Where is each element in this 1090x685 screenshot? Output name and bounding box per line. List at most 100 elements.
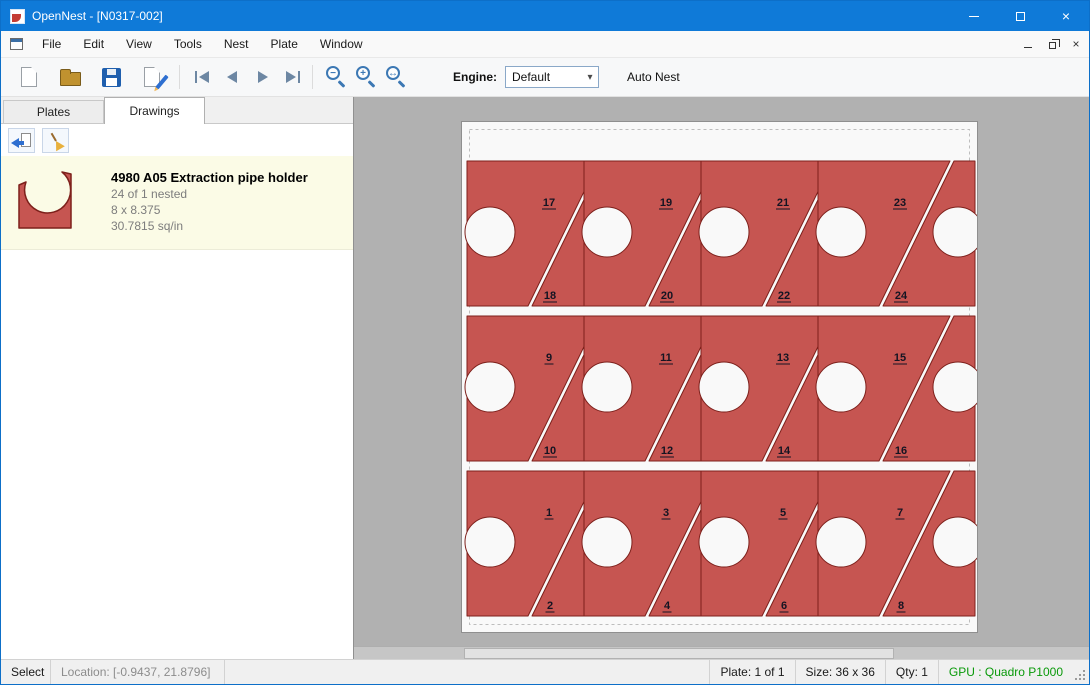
sidebar-tabstrip: Plates Drawings <box>1 97 353 124</box>
zoom-out-button[interactable]: − <box>325 66 347 88</box>
minimize-icon <box>969 16 979 17</box>
part-number-label: 21 <box>777 197 789 209</box>
chevron-down-icon: ▾ <box>582 72 598 83</box>
save-floppy-icon <box>102 68 121 87</box>
mdi-close-button[interactable]: × <box>1065 34 1087 54</box>
first-plate-button[interactable] <box>188 64 214 90</box>
pipe-hole-void <box>582 517 632 567</box>
drawing-size: 8 x 8.375 <box>111 202 339 218</box>
blue-arrow-left-icon <box>11 138 19 148</box>
maximize-button[interactable] <box>997 1 1043 31</box>
zoom-fit-handle-icon <box>398 80 406 88</box>
part-number-label: 18 <box>544 290 556 302</box>
reload-drawing-button[interactable] <box>8 128 35 153</box>
status-plate-size: Size: 36 x 36 <box>795 660 885 684</box>
pipe-hole-void <box>699 207 749 257</box>
mdi-close-icon: × <box>1072 38 1079 50</box>
open-button[interactable] <box>56 63 84 91</box>
horizontal-scrollbar-thumb[interactable] <box>464 648 894 659</box>
menu-file[interactable]: File <box>31 32 72 56</box>
part-number-label: 3 <box>663 507 669 519</box>
arrow-previous-icon <box>227 71 237 83</box>
part-number-label: 14 <box>778 445 791 457</box>
sidebar: Plates Drawings 4980 A0 <box>1 97 354 659</box>
pipe-hole-void <box>582 362 632 412</box>
mdi-minimize-button[interactable] <box>1017 34 1039 54</box>
drawing-title: 4980 A05 Extraction pipe holder <box>111 169 339 186</box>
zoom-out-handle-icon <box>338 80 346 88</box>
clean-button[interactable] <box>42 128 69 153</box>
maximize-icon <box>1016 12 1025 21</box>
status-gpu: GPU : Quadro P1000 <box>938 660 1073 684</box>
first-bar-icon <box>195 71 197 83</box>
part-number-label: 12 <box>661 445 673 457</box>
engine-selected-value: Default <box>506 70 582 84</box>
zoom-fit-button[interactable]: ↔ <box>385 66 407 88</box>
statusbar-spacer <box>225 660 709 684</box>
zoom-in-handle-icon <box>368 80 376 88</box>
status-plate-count: Plate: 1 of 1 <box>709 660 794 684</box>
nesting-canvas[interactable]: 171819202122232491011121314151612345678 <box>354 97 1089 659</box>
pipe-hole-void <box>933 517 977 567</box>
zoom-out-icon: − <box>326 66 340 80</box>
menu-plate[interactable]: Plate <box>260 32 309 56</box>
save-as-button[interactable] <box>138 63 166 91</box>
statusbar: Select Location: [-0.9437, 21.8796] Plat… <box>1 659 1089 684</box>
status-qty: Qty: 1 <box>885 660 938 684</box>
arrow-last-icon <box>286 71 296 83</box>
pipe-hole-void <box>816 517 866 567</box>
drawing-thumbnail <box>15 169 77 236</box>
horizontal-scrollbar[interactable] <box>354 646 1089 659</box>
menu-window[interactable]: Window <box>309 32 374 56</box>
app-window: OpenNest - [N0317-002] × File Edit View … <box>0 0 1090 685</box>
status-location: Location: [-0.9437, 21.8796] <box>51 660 225 684</box>
pipe-hole-void <box>933 207 977 257</box>
part-number-label: 6 <box>781 600 787 612</box>
zoom-in-button[interactable]: + <box>355 66 377 88</box>
tab-plates[interactable]: Plates <box>3 100 104 123</box>
arrow-next-icon <box>258 71 268 83</box>
part-number-label: 2 <box>547 600 553 612</box>
main-toolbar: − + ↔ Engine: Default ▾ Auto Nest <box>1 58 1089 97</box>
part-number-label: 20 <box>661 290 673 302</box>
open-folder-icon <box>60 72 81 86</box>
part-number-label: 13 <box>777 352 789 364</box>
zoom-fit-icon: ↔ <box>386 66 400 80</box>
next-plate-button[interactable] <box>250 64 276 90</box>
minimize-button[interactable] <box>951 1 997 31</box>
pipe-hole-void <box>465 517 515 567</box>
last-bar-icon <box>298 71 300 83</box>
window-title: OpenNest - [N0317-002] <box>32 9 163 23</box>
resize-grip[interactable] <box>1073 660 1089 684</box>
save-button[interactable] <box>97 63 125 91</box>
part-number-label: 24 <box>895 290 908 302</box>
status-mode: Select <box>1 660 51 684</box>
part-number-label: 8 <box>898 600 904 612</box>
drawing-list-item[interactable]: 4980 A05 Extraction pipe holder 24 of 1 … <box>1 156 353 250</box>
content-area: Plates Drawings 4980 A0 <box>1 97 1089 659</box>
auto-nest-button[interactable]: Auto Nest <box>621 66 686 88</box>
pipe-hole-void <box>816 207 866 257</box>
menu-nest[interactable]: Nest <box>213 32 260 56</box>
part-number-label: 1 <box>546 507 552 519</box>
part-number-label: 7 <box>897 507 903 519</box>
menubar: File Edit View Tools Nest Plate Window × <box>1 31 1089 58</box>
toolbar-separator <box>179 65 180 89</box>
part-thumbnail-svg <box>15 169 75 231</box>
part-number-label: 9 <box>546 352 552 364</box>
close-button[interactable]: × <box>1043 1 1089 31</box>
menu-edit[interactable]: Edit <box>72 32 115 56</box>
menu-tools[interactable]: Tools <box>163 32 213 56</box>
new-file-icon <box>21 67 37 87</box>
previous-plate-button[interactable] <box>219 64 245 90</box>
mdi-restore-button[interactable] <box>1041 34 1063 54</box>
new-button[interactable] <box>15 63 43 91</box>
tab-drawings[interactable]: Drawings <box>104 97 205 124</box>
engine-select[interactable]: Default ▾ <box>505 66 599 88</box>
menu-view[interactable]: View <box>115 32 163 56</box>
plate-sheet[interactable]: 171819202122232491011121314151612345678 <box>461 121 978 633</box>
broom-icon <box>46 130 65 152</box>
last-plate-button[interactable] <box>281 64 307 90</box>
titlebar: OpenNest - [N0317-002] × <box>1 1 1089 31</box>
pipe-hole-void <box>816 362 866 412</box>
